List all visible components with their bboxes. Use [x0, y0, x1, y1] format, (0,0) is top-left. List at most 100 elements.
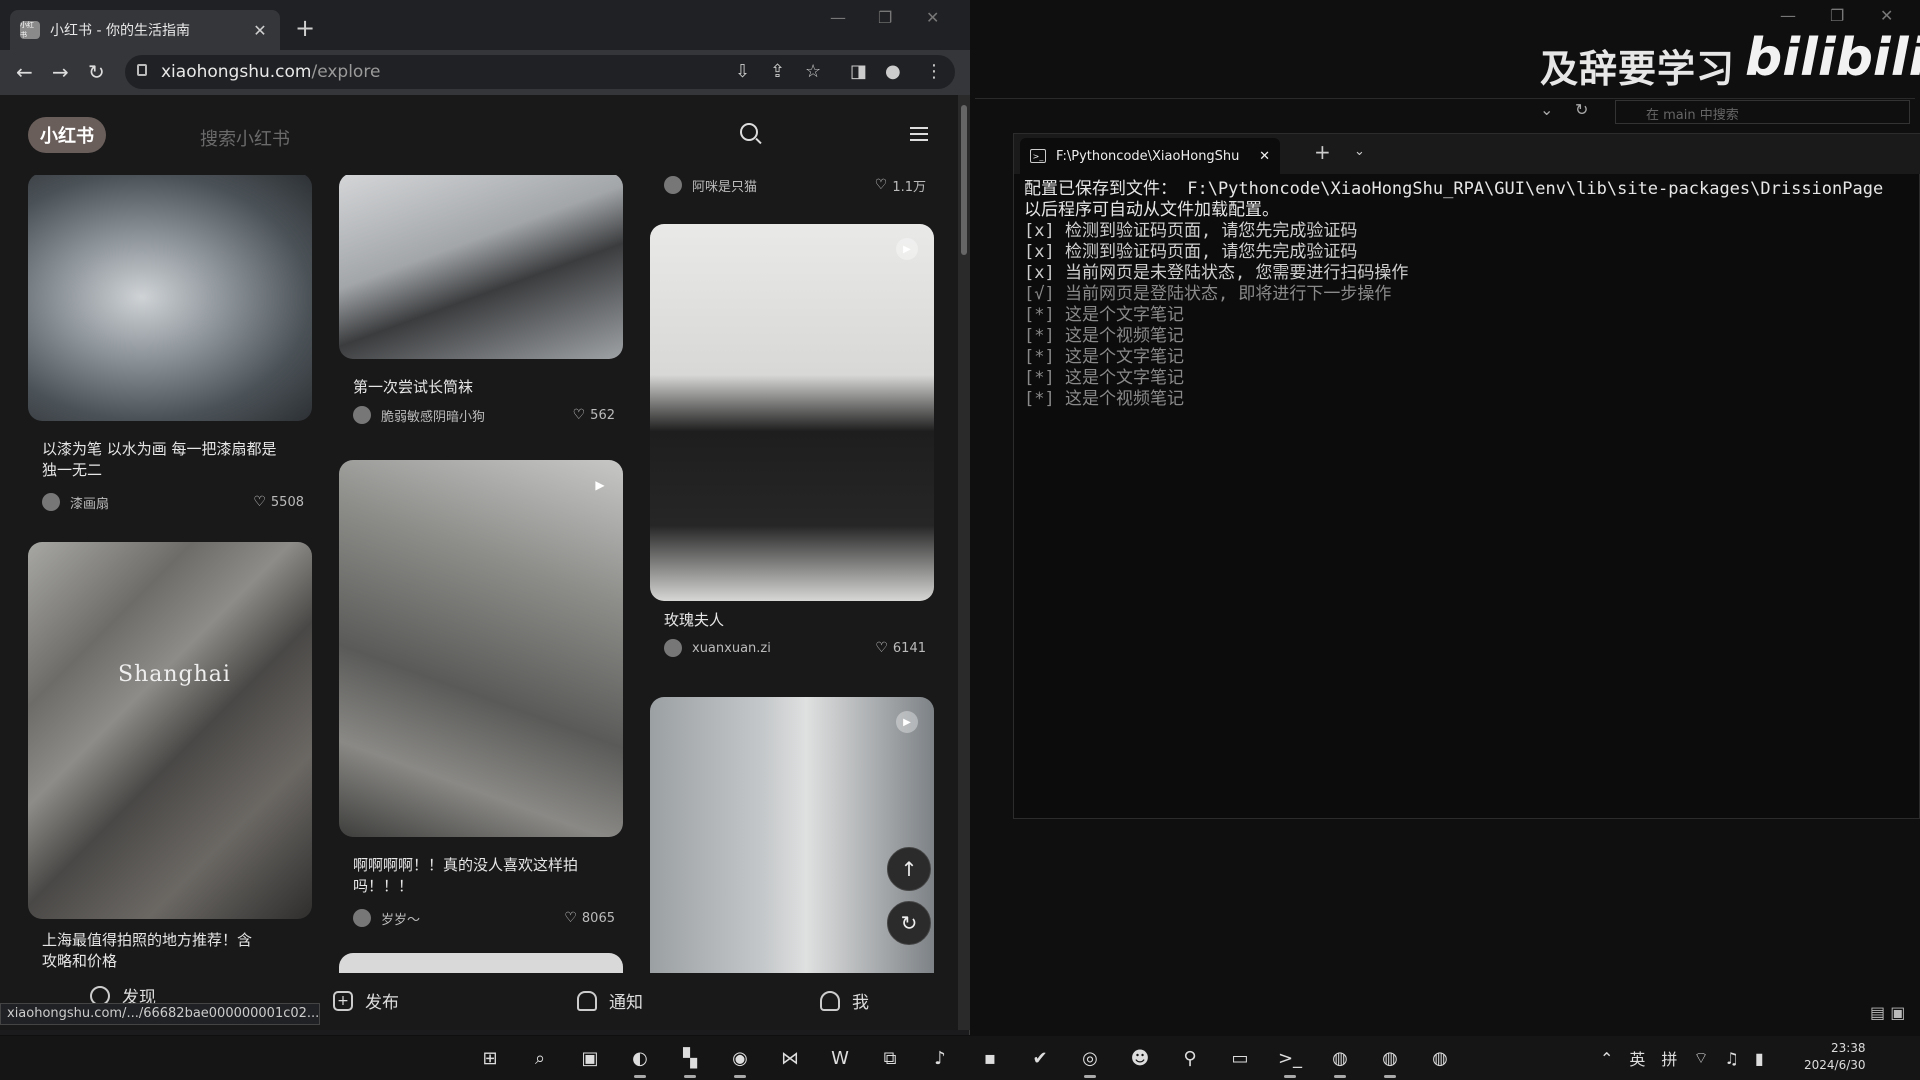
chevron-down-icon[interactable]: ⌄ [1354, 144, 1365, 159]
like-button[interactable]: ♡ 1.1万 [875, 176, 926, 195]
clock-date: 2024/6/30 [1804, 1058, 1866, 1072]
share-icon[interactable]: ⇪ [770, 61, 785, 82]
restore-icon[interactable]: ❐ [1830, 6, 1844, 25]
note-cover-image[interactable]: Shanghai [28, 542, 312, 919]
search-input[interactable]: 搜索小红书 [200, 125, 290, 151]
like-button[interactable]: ♡ 8065 [564, 910, 615, 926]
note-card[interactable]: 第一次尝试长筒袜 脆弱敏感阴暗小狗 ♡ 562 [339, 173, 625, 439]
edge-icon[interactable]: ◐ [624, 1042, 656, 1078]
new-terminal-tab-button[interactable]: + [1314, 140, 1331, 164]
author-name[interactable]: 岁岁～ [381, 909, 564, 928]
file-explorer-icon[interactable]: ▭ [1224, 1042, 1256, 1074]
tab-xiaohongshu[interactable]: 小红书 小红书 - 你的生活指南 ✕ [10, 10, 280, 50]
install-app-icon[interactable]: ⇩ [735, 61, 750, 82]
author-name[interactable]: xuanxuan.zi [692, 641, 875, 656]
app-icon[interactable]: ⧉ [874, 1042, 906, 1074]
task-view-icon[interactable]: ▣ [574, 1042, 606, 1074]
search-icon[interactable]: ⌕ [524, 1042, 556, 1074]
new-tab-button[interactable]: + [295, 14, 315, 42]
author-name[interactable]: 阿咪是只猫 [692, 176, 875, 195]
close-window-icon[interactable]: ✕ [926, 8, 939, 27]
note-cover-image[interactable] [28, 173, 312, 421]
like-button[interactable]: ♡ 562 [573, 407, 615, 423]
hamburger-menu-icon[interactable] [910, 127, 928, 141]
view-toggle-icons[interactable]: ▤ ▣ [1870, 1003, 1905, 1022]
terminal-output[interactable]: 配置已保存到文件： F:\Pythoncode\XiaoHongShu_RPA\… [1024, 179, 1919, 410]
chevron-down-icon[interactable]: ⌄ [1540, 100, 1553, 119]
author-name[interactable]: 脆弱敏感阴暗小狗 [381, 406, 573, 425]
avatar[interactable] [664, 176, 682, 194]
battery-icon[interactable]: ▮ [1755, 1049, 1764, 1068]
clock[interactable]: 23:38 2024/6/30 [1804, 1040, 1866, 1074]
nav-publish[interactable]: + 发布 [333, 988, 399, 1013]
app-icon[interactable]: ▚ [674, 1042, 706, 1078]
like-button[interactable]: ♡ 6141 [875, 640, 926, 656]
wechat-icon[interactable]: ◎ [1074, 1042, 1106, 1078]
avatar[interactable] [353, 406, 371, 424]
wifi-icon[interactable]: ⌔ [1693, 1048, 1708, 1068]
close-window-icon[interactable]: ✕ [1880, 6, 1893, 25]
note-card[interactable]: 以漆为笔 以水为画 每一把漆扇都是 独一无二 漆画扇 ♡ 5508 [28, 173, 314, 597]
side-panel-icon[interactable]: ◨ [850, 61, 867, 82]
note-cover-image[interactable]: ▶ [650, 697, 934, 997]
volume-icon[interactable]: ♫ [1724, 1049, 1738, 1068]
note-card[interactable]: 阿咪是只猫 ♡ 1.1万 [650, 175, 936, 205]
search-icon[interactable] [740, 123, 758, 141]
note-card[interactable]: ▶ 啊啊啊啊！！真的没人喜欢这样拍 吗！！！ 岁岁～ ♡ 8065 [339, 460, 625, 928]
reload-icon[interactable]: ↻ [88, 60, 105, 84]
avatar[interactable] [664, 639, 682, 657]
note-card[interactable]: ▶ 玫瑰夫人 xuanxuan.zi ♡ 6141 [650, 224, 936, 674]
url-text[interactable]: xiaohongshu.com/explore [161, 62, 380, 82]
avatar[interactable] [353, 909, 371, 927]
app-icon[interactable]: ♪ [924, 1042, 956, 1074]
forward-arrow-icon[interactable]: → [52, 60, 69, 84]
note-cover-image[interactable]: ▶ [650, 224, 934, 601]
lock-icon[interactable] [137, 64, 147, 76]
browser-menu-icon[interactable]: ⋮ [925, 61, 943, 82]
app-icon[interactable]: ◉ [724, 1042, 756, 1078]
ime-mode[interactable]: 拼 [1661, 1046, 1677, 1070]
chrome-icon[interactable]: ◍ [1374, 1042, 1406, 1078]
word-icon[interactable]: W [824, 1042, 856, 1074]
refresh-icon[interactable]: ↻ [1575, 100, 1588, 119]
terminal-icon[interactable]: >_ [1274, 1042, 1306, 1078]
refresh-button[interactable]: ↻ [887, 901, 931, 945]
close-tab-icon[interactable]: ✕ [1259, 149, 1270, 164]
like-button[interactable]: ♡ 5508 [253, 494, 304, 510]
note-cover-image[interactable]: ▶ [339, 460, 623, 837]
bookmark-star-icon[interactable]: ☆ [805, 61, 821, 82]
ime-language[interactable]: 英 [1629, 1046, 1645, 1070]
explorer-search-input[interactable]: 在 main 中搜索 [1615, 100, 1910, 124]
minimize-icon[interactable]: — [830, 8, 846, 27]
back-arrow-icon[interactable]: ← [16, 60, 33, 84]
terminal-tab[interactable]: >_ F:\Pythoncode\XiaoHongShu ✕ [1020, 138, 1280, 174]
start-windows-icon[interactable]: ⊞ [474, 1042, 506, 1074]
address-bar[interactable]: xiaohongshu.com/explore ⇩ ⇪ ☆ ◨ ● ⋮ [125, 55, 955, 89]
terminal-line: 配置已保存到文件： F:\Pythoncode\XiaoHongShu_RPA\… [1024, 179, 1884, 199]
note-cover-image[interactable] [339, 173, 623, 359]
chevron-up-icon[interactable]: ⌃ [1600, 1049, 1613, 1068]
back-to-top-button[interactable]: ↑ [887, 847, 931, 891]
maximize-icon[interactable]: ❐ [878, 8, 892, 27]
desktop: 小红书 小红书 - 你的生活指南 ✕ + — ❐ ✕ ← → ↻ xiaohon… [0, 0, 1920, 1080]
profile-icon[interactable]: ● [885, 61, 901, 82]
note-title: 啊啊啊啊！！真的没人喜欢这样拍 吗！！！ [353, 855, 578, 897]
close-tab-icon[interactable]: ✕ [250, 21, 270, 40]
minimize-icon[interactable]: — [1780, 6, 1796, 25]
vscode-icon[interactable]: ⋈ [774, 1042, 806, 1074]
search-app-icon[interactable]: ⚲ [1174, 1042, 1206, 1074]
nav-notify[interactable]: 通知 [577, 988, 643, 1013]
app-icon[interactable]: ✔ [1024, 1042, 1056, 1074]
app-icon[interactable]: ☻ [1124, 1042, 1156, 1074]
xiaohongshu-logo[interactable]: 小红书 [28, 117, 106, 153]
chrome-icon[interactable]: ◍ [1424, 1042, 1456, 1074]
scroll-thumb[interactable] [961, 105, 967, 255]
chrome-icon[interactable]: ◍ [1324, 1042, 1356, 1078]
note-card[interactable]: ▶ [650, 697, 936, 997]
nav-me[interactable]: 我 [820, 988, 869, 1013]
note-card[interactable]: Shanghai 上海最值得拍照的地方推荐！含 攻略和价格 [28, 542, 314, 972]
app-icon[interactable]: ▪ [974, 1042, 1006, 1074]
page-scrollbar[interactable] [958, 95, 970, 1030]
avatar[interactable] [42, 493, 60, 511]
author-name[interactable]: 漆画扇 [70, 493, 253, 512]
